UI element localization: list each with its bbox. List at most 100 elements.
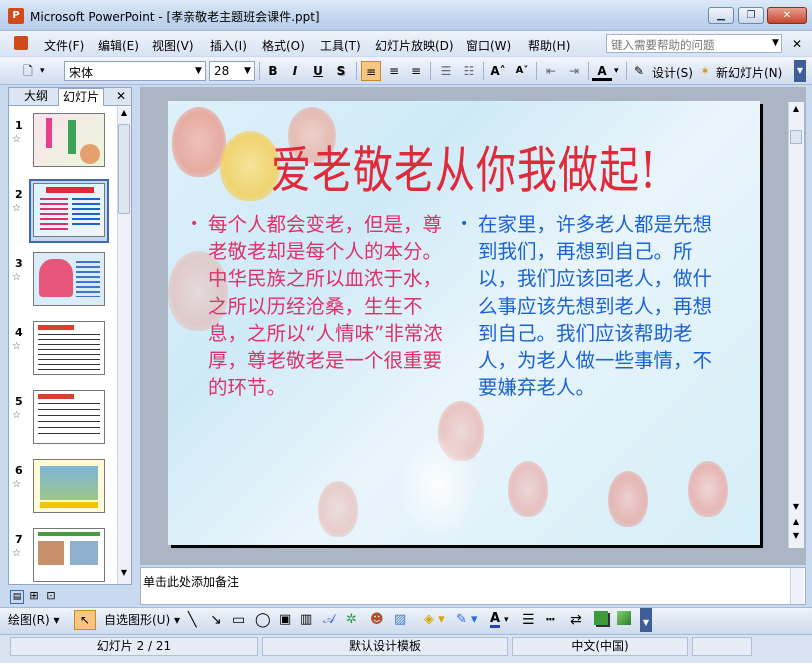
menu-tools[interactable]: 工具(T): [320, 37, 361, 54]
restore-icon: ❐: [746, 10, 756, 21]
align-center-button[interactable]: ≡: [384, 61, 404, 81]
picture-icon[interactable]: ▨: [394, 612, 406, 628]
font-name-dropdown-icon[interactable]: ▼: [195, 66, 202, 76]
tab-slides[interactable]: 幻灯片: [58, 88, 105, 106]
wordart-icon[interactable]: 𝒜: [323, 612, 335, 628]
font-color-button[interactable]: A: [592, 61, 612, 81]
menu-edit[interactable]: 编辑(E): [98, 37, 139, 54]
drawing-menu-button[interactable]: 绘图(R) ▾: [8, 612, 60, 628]
decrease-font-button[interactable]: A˅: [512, 61, 532, 81]
increase-indent-button[interactable]: ⇥: [564, 61, 584, 81]
notes-placeholder[interactable]: 单击此处添加备注: [143, 573, 239, 590]
slide-thumbnail-6[interactable]: [33, 459, 105, 513]
menu-view[interactable]: 视图(V): [152, 37, 194, 54]
slide-scroll-thumb[interactable]: [790, 130, 802, 144]
help-dropdown-icon[interactable]: ▼: [772, 38, 779, 48]
slide-thumbnail-3[interactable]: [33, 252, 105, 306]
toolbar-options-icon[interactable]: ▼: [794, 60, 806, 82]
slide-sorter-view-icon[interactable]: ⊞: [27, 590, 41, 604]
design-button[interactable]: 设计(S): [652, 64, 693, 81]
font-size-dropdown-icon[interactable]: ▼: [244, 66, 251, 76]
menu-help[interactable]: 帮助(H): [528, 37, 570, 54]
draw-label: 绘图(R): [8, 613, 50, 627]
previous-slide-icon[interactable]: ▲: [790, 517, 802, 531]
panel-scroll-thumb[interactable]: [118, 124, 130, 214]
textbox-icon[interactable]: ▣: [279, 612, 291, 628]
3d-style-icon[interactable]: [617, 611, 631, 625]
menu-file[interactable]: 文件(F): [44, 37, 84, 54]
font-color-dropdown-icon[interactable]: ▾: [614, 66, 619, 76]
vertical-textbox-icon[interactable]: ▥: [300, 612, 312, 628]
new-dropdown-icon[interactable]: ▾: [40, 66, 45, 76]
right-text-box[interactable]: • 在家里，许多老人都是先想到我们，再想到自己。所以，我们应该回老人，做什么事应…: [460, 211, 723, 401]
menu-format[interactable]: 格式(O): [262, 37, 305, 54]
close-panel-icon[interactable]: ✕: [116, 89, 126, 103]
increase-font-button[interactable]: A˄: [488, 61, 508, 81]
line-style-icon[interactable]: ☰: [522, 612, 535, 628]
scroll-down-icon[interactable]: ▼: [118, 568, 130, 582]
left-text-box[interactable]: • 每个人都会变老，但是，尊老敬老却是每个人的本分。中华民族之所以血浓于水，之所…: [190, 211, 448, 401]
next-slide-icon[interactable]: ▼: [790, 531, 802, 545]
scroll-down-icon[interactable]: ▼: [790, 502, 802, 516]
font-name-select[interactable]: 宋体: [64, 61, 206, 81]
oval-icon[interactable]: ◯: [255, 612, 271, 628]
fill-color-icon[interactable]: ◈ ▾: [424, 612, 445, 628]
arrow-icon[interactable]: ↘: [210, 612, 222, 628]
help-search-input[interactable]: 键入需要帮助的问题: [606, 34, 782, 53]
drawing-font-color-icon[interactable]: A: [490, 612, 501, 628]
notes-scrollbar[interactable]: [790, 568, 804, 604]
design-template-name[interactable]: 默认设计模板: [262, 637, 508, 656]
transition-star-icon: ☆: [12, 548, 21, 559]
minimize-button[interactable]: ▁: [708, 7, 734, 24]
dash-style-icon[interactable]: ┅: [546, 612, 554, 628]
shadow-button[interactable]: S: [331, 61, 351, 81]
underline-button[interactable]: U: [308, 61, 328, 81]
bold-button[interactable]: B: [263, 61, 283, 81]
slide-thumbnail-7[interactable]: [33, 528, 105, 582]
line-color-icon[interactable]: ✎ ▾: [456, 612, 478, 628]
slide-canvas[interactable]: 爱老敬老从你我做起! • 每个人都会变老，但是，尊老敬老却是每个人的本分。中华民…: [168, 101, 760, 545]
restore-button[interactable]: ❐: [738, 7, 764, 24]
slide-thumbnail-2[interactable]: [33, 183, 105, 237]
drawing-font-color-dropdown-icon[interactable]: ▾: [504, 612, 509, 628]
document-icon[interactable]: [14, 36, 28, 50]
powerpoint-app-icon[interactable]: P: [8, 8, 24, 24]
bullets-button[interactable]: ☷: [459, 61, 479, 81]
notes-pane[interactable]: [140, 567, 806, 605]
shadow-style-icon[interactable]: [594, 611, 608, 625]
slide-thumbnail-1[interactable]: [33, 113, 105, 167]
menu-slideshow[interactable]: 幻灯片放映(D): [375, 37, 454, 54]
slide-scrollbar[interactable]: [788, 102, 804, 548]
arrow-style-icon[interactable]: ⇄: [570, 612, 582, 628]
scroll-up-icon[interactable]: ▲: [118, 108, 130, 122]
drawing-toolbar-options-icon[interactable]: ▼: [640, 608, 652, 632]
normal-view-icon[interactable]: ▤: [10, 590, 24, 604]
autoshapes-menu-button[interactable]: 自选图形(U) ▾: [104, 612, 180, 628]
slide-thumbnail-5[interactable]: [33, 390, 105, 444]
align-left-button[interactable]: ≡: [361, 61, 381, 81]
toolbar-separator: [259, 62, 260, 80]
scroll-up-icon[interactable]: ▲: [790, 104, 802, 118]
align-left-icon: ≡: [365, 65, 377, 79]
close-document-icon[interactable]: ✕: [792, 37, 802, 51]
new-document-icon[interactable]: 🗋: [18, 61, 38, 81]
thumb-right-text: [72, 198, 100, 228]
italic-button[interactable]: I: [285, 61, 305, 81]
numbering-button[interactable]: ☰: [436, 61, 456, 81]
new-slide-button[interactable]: 新幻灯片(N): [716, 64, 782, 81]
toolbar-separator: [356, 62, 357, 80]
clipart-icon[interactable]: ☻: [370, 612, 384, 628]
slide-title[interactable]: 爱老敬老从你我做起!: [168, 130, 760, 203]
align-right-button[interactable]: ≡: [406, 61, 426, 81]
slideshow-view-icon[interactable]: ⊡: [44, 590, 58, 604]
slide-thumbnail-4[interactable]: [33, 321, 105, 375]
line-icon[interactable]: ╲: [188, 612, 196, 628]
rectangle-icon[interactable]: ▭: [232, 612, 245, 628]
menu-window[interactable]: 窗口(W): [466, 37, 511, 54]
menu-insert[interactable]: 插入(I): [210, 37, 247, 54]
decrease-indent-button[interactable]: ⇤: [541, 61, 561, 81]
close-window-button[interactable]: ✕: [767, 7, 807, 24]
select-objects-arrow-icon[interactable]: ↖: [74, 610, 96, 630]
diagram-icon[interactable]: ✲: [346, 612, 357, 628]
tab-outline[interactable]: 大纲: [20, 88, 52, 106]
